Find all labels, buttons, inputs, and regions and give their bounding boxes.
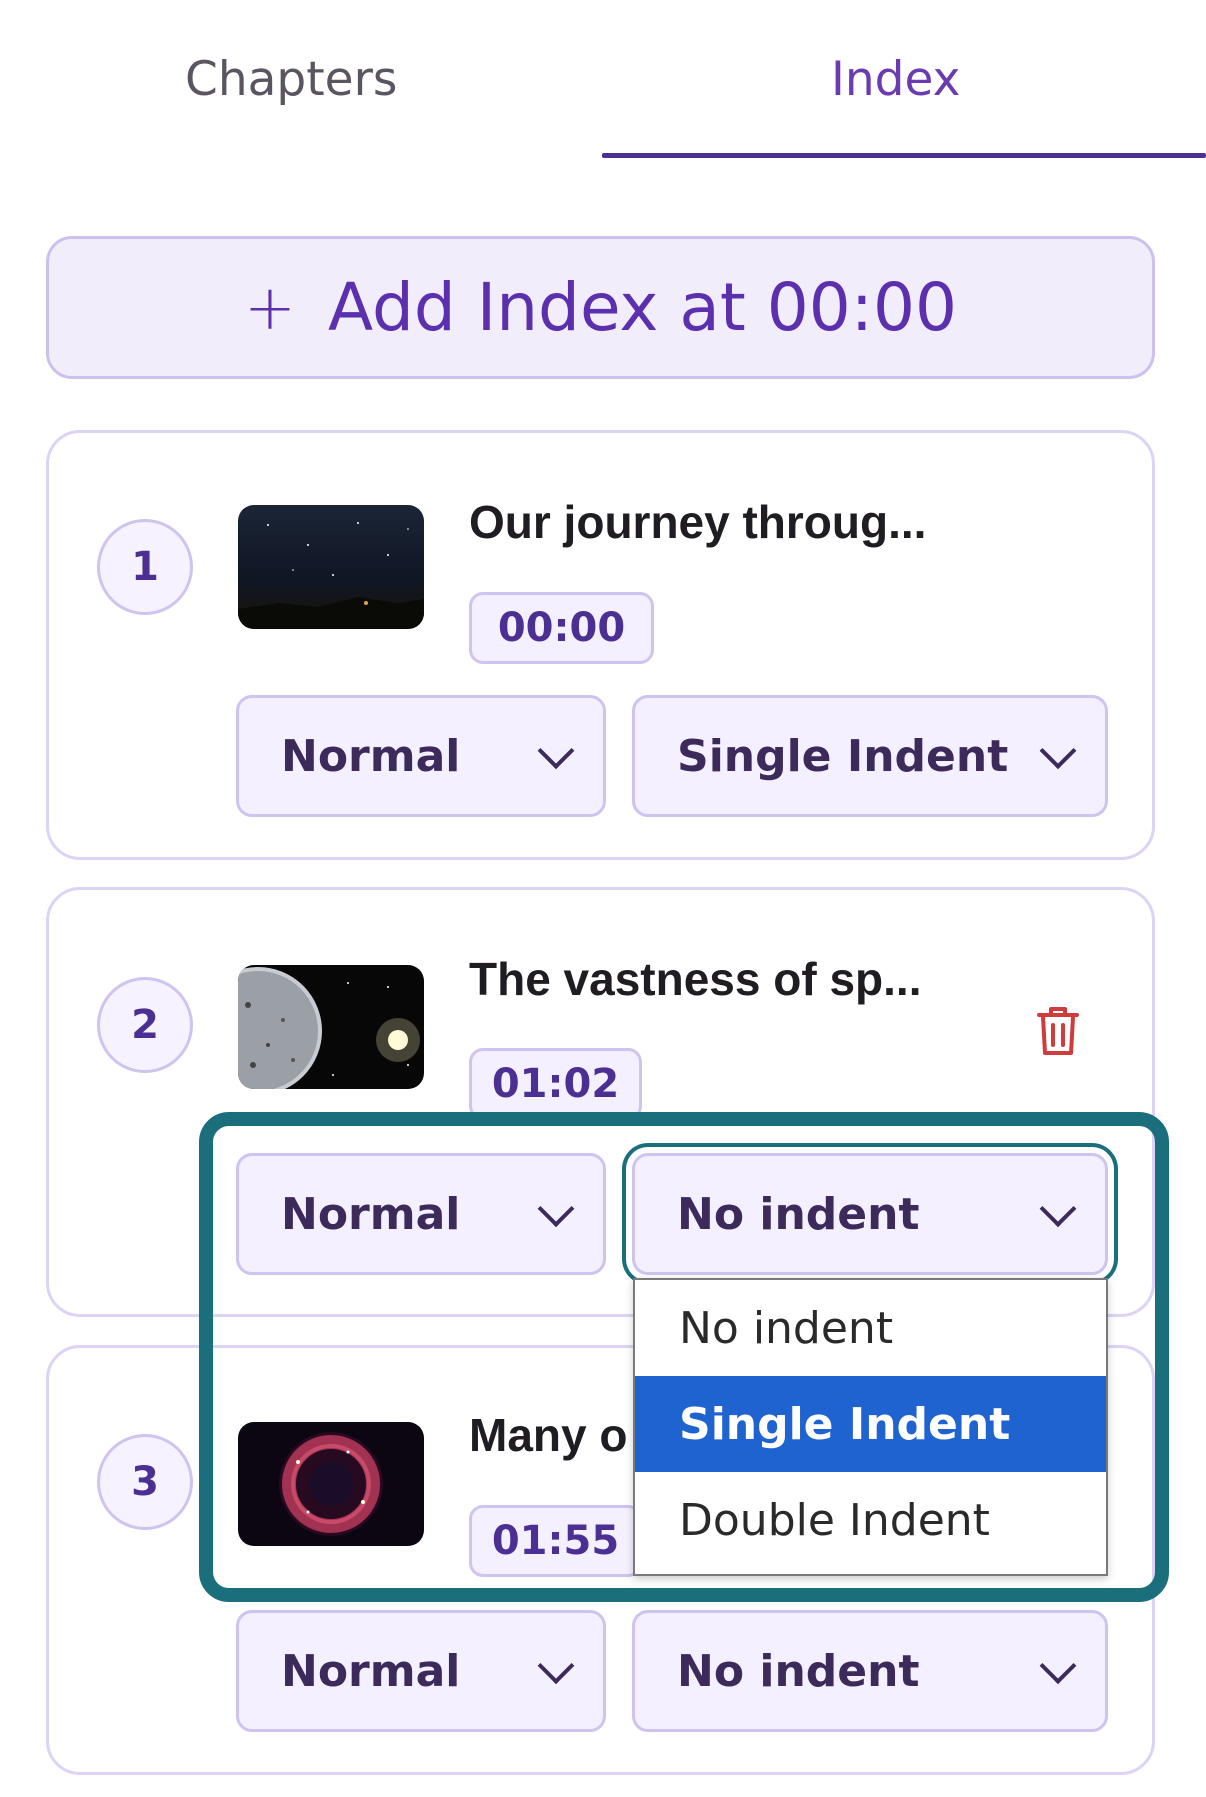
index-timestamp[interactable]: 00:00 [469, 592, 654, 664]
indent-dropdown-list: No indent Single Indent Double Indent [633, 1278, 1108, 1576]
add-index-label: Add Index at 00:00 [328, 269, 957, 346]
indent-select-value: Single Indent [677, 730, 1009, 782]
indent-select-value: No indent [677, 1188, 920, 1240]
indent-select[interactable]: Single Indent [632, 695, 1108, 817]
trash-icon[interactable] [1033, 1003, 1083, 1059]
index-timestamp[interactable]: 01:55 [469, 1505, 642, 1577]
style-select[interactable]: Normal [236, 1610, 606, 1732]
indent-select[interactable]: No indent [632, 1153, 1108, 1275]
index-number-badge: 2 [97, 977, 193, 1073]
tab-index[interactable]: Index [831, 45, 960, 115]
style-select[interactable]: Normal [236, 1153, 606, 1275]
index-thumbnail [238, 505, 424, 629]
active-tab-indicator [602, 153, 1206, 158]
index-thumbnail [238, 965, 424, 1089]
indent-select[interactable]: No indent [632, 1610, 1108, 1732]
style-select[interactable]: Normal [236, 695, 606, 817]
tab-chapters[interactable]: Chapters [185, 45, 397, 115]
dropdown-option-single-indent[interactable]: Single Indent [635, 1376, 1106, 1472]
index-thumbnail [238, 1422, 424, 1546]
dropdown-option-no-indent[interactable]: No indent [635, 1280, 1106, 1376]
index-timestamp[interactable]: 01:02 [469, 1048, 642, 1120]
index-number-badge: 1 [97, 519, 193, 615]
indent-select-value: No indent [677, 1645, 920, 1697]
index-number-badge: 3 [97, 1434, 193, 1530]
dropdown-option-double-indent[interactable]: Double Indent [635, 1472, 1106, 1568]
add-index-button[interactable]: + Add Index at 00:00 [46, 236, 1155, 379]
index-title: Many o [469, 1409, 628, 1461]
index-title: The vastness of sp... [469, 953, 922, 1005]
plus-icon: + [244, 271, 296, 344]
index-title: Our journey throug... [469, 496, 927, 548]
